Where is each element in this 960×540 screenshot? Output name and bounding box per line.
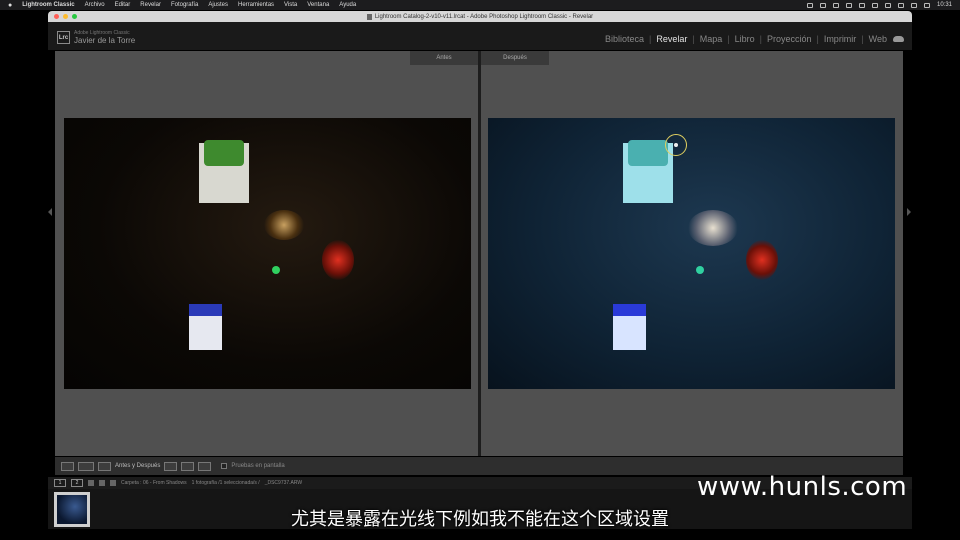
before-after-mode-button[interactable] [78,461,94,471]
user-name: Javier de la Torre [74,36,136,45]
menu-archivo[interactable]: Archivo [85,2,105,8]
sign-bottom-blue [613,304,646,316]
minimize-window-button[interactable] [63,14,68,19]
filmstrip-filename[interactable]: _DSC9737.ARW [265,480,302,486]
apple-menu-icon[interactable]: ● [8,2,12,9]
subtitle-text: 尤其是暴露在光线下例如我不能在这个区域设置 [291,509,669,530]
right-panel-toggle-icon[interactable] [907,208,911,216]
before-after-view: Antes Después [55,51,903,456]
mode-label: Antes y Después [115,463,161,469]
loupe-view-button[interactable] [61,461,74,471]
back-arrow-icon[interactable] [99,480,105,486]
menu-ayuda[interactable]: Ayuda [339,2,356,8]
menu-ventana[interactable]: Ventana [307,2,329,8]
left-panel-toggle-icon[interactable] [48,208,52,216]
swap-button[interactable] [198,461,212,471]
menu-app[interactable]: Lightroom Classic [22,2,74,8]
menu-ajustes[interactable]: Ajustes [208,2,228,8]
screen-record-icon[interactable] [806,2,813,8]
bluetooth-icon[interactable] [871,2,878,8]
filmstrip-count: 1 fotografía /1 seleccionada/s / [191,480,260,486]
module-imprimir[interactable]: Imprimir [824,34,857,44]
camera-icon[interactable] [819,2,826,8]
sign-bottom-blue [189,304,222,316]
window-2-button[interactable]: 2 [71,479,83,487]
zoom-window-button[interactable] [72,14,77,19]
adjustment-pin-icon[interactable] [665,134,687,156]
module-proyeccion[interactable]: Proyección [767,34,812,44]
light-glow [688,210,738,246]
wifi-icon[interactable] [897,2,904,8]
sign-top-green [628,140,668,166]
lantern-glow [746,240,778,280]
menu-clock[interactable]: 10:31 [937,2,952,8]
module-revelar[interactable]: Revelar [656,34,687,44]
before-after-layout-button[interactable] [98,461,111,471]
green-light [272,266,280,274]
lantern-glow [322,240,354,280]
macos-menu-bar: ● Lightroom Classic Archivo Editar Revel… [0,0,960,10]
filmstrip-source[interactable]: Carpeta : 06 - From Shadows [121,480,187,486]
display-icon[interactable] [858,2,865,8]
menu-herramientas[interactable]: Herramientas [238,2,274,8]
close-window-button[interactable] [54,14,59,19]
grid-icon[interactable] [88,480,94,486]
cc-icon[interactable] [832,2,839,8]
search-icon[interactable] [910,2,917,8]
menu-vista[interactable]: Vista [284,2,297,8]
module-web[interactable]: Web [869,34,887,44]
menu-fotografia[interactable]: Fotografía [171,2,198,8]
forward-arrow-icon[interactable] [110,480,116,486]
dropbox-icon[interactable] [845,2,852,8]
menu-revelar[interactable]: Revelar [140,2,161,8]
after-label: Después [481,51,549,65]
window-title-bar: Lightroom Catalog-2-v10-v11.lrcat - Adob… [48,11,912,22]
lrc-logo-icon: Lrc [57,31,70,44]
module-biblioteca[interactable]: Biblioteca [605,34,644,44]
menu-editar[interactable]: Editar [115,2,131,8]
module-mapa[interactable]: Mapa [700,34,723,44]
window-1-button[interactable]: 1 [54,479,66,487]
light-glow [264,210,304,240]
before-pane: Antes [55,51,478,456]
module-picker: Biblioteca | Revelar | Mapa | Libro | Pr… [605,34,904,44]
watermark-text: www.hunls.com [697,472,908,502]
copy-after-to-before-button[interactable] [181,461,195,471]
before-label: Antes [410,51,478,65]
battery-icon[interactable] [884,2,891,8]
status-icons: 10:31 [806,2,952,8]
after-pane: Después [481,51,903,456]
before-photo[interactable] [64,118,471,389]
green-light [696,266,704,274]
control-center-icon[interactable] [923,2,930,8]
document-icon [366,13,372,20]
soft-proof-label: Pruebas en pantalla [231,463,285,469]
module-libro[interactable]: Libro [735,34,755,44]
copy-before-to-after-button[interactable] [164,461,178,471]
soft-proof-checkbox[interactable] [221,463,228,469]
after-photo[interactable] [488,118,895,389]
window-title: Lightroom Catalog-2-v10-v11.lrcat - Adob… [374,13,594,20]
cloud-icon[interactable] [893,36,904,42]
window-controls [54,14,77,19]
sign-top-green [204,140,244,166]
identity-plate: Lrc Adobe Lightroom Classic Javier de la… [48,22,912,50]
